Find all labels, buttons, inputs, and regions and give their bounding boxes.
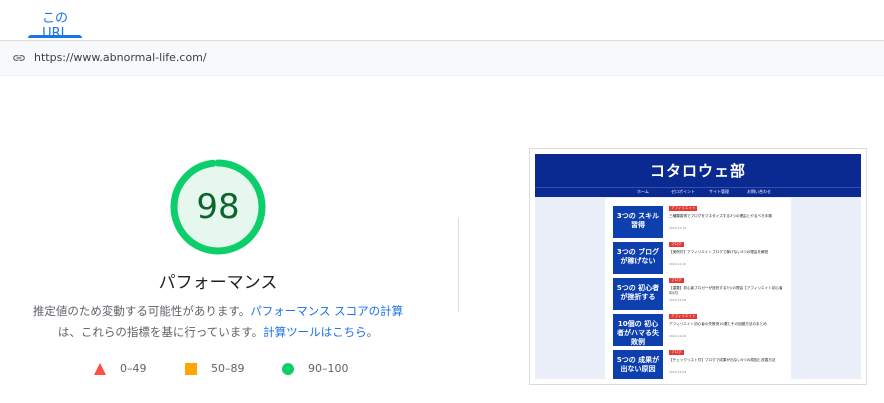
post-thumbnail: 5つの 初心者が挫折する — [613, 278, 663, 310]
divider — [458, 218, 459, 312]
nav-item: ゼロポイント — [671, 189, 695, 194]
tab-active-indicator — [28, 35, 82, 38]
category-title: パフォーマンス — [158, 273, 278, 293]
page-screenshot[interactable]: コタロウェ部 ホーム ゼロポイント サイト管理 お問い合わせ 3つの スキル習得… — [529, 148, 867, 385]
site-header: コタロウェ部 — [535, 154, 861, 187]
description-suffix: 。 — [366, 325, 379, 339]
post-category: ブログ — [669, 242, 684, 247]
legend-average: 50–89 — [185, 362, 265, 376]
post-item: 5つの 成果が出ない原因 ブログ 【チェックリスト付】ブログで成果が出ない5つの… — [613, 350, 785, 379]
post-date: 2020.12.08 — [669, 298, 687, 302]
legend-label: 50–89 — [211, 362, 245, 375]
tab-this-url[interactable]: この URL — [28, 0, 82, 41]
square-icon — [185, 363, 197, 375]
legend-label: 90–100 — [308, 362, 349, 375]
post-thumbnail: 3つの ブログが稼げない — [613, 242, 663, 274]
link-icon — [13, 55, 25, 61]
post-category: アフィリエイト — [669, 206, 698, 211]
nav-item: サイト管理 — [709, 189, 729, 194]
site-nav: ホーム ゼロポイント サイト管理 お問い合わせ — [535, 187, 861, 197]
tab-bar: この URL — [0, 0, 884, 41]
circle-icon — [282, 363, 294, 375]
thumbnail-text: 3つの スキル習得 — [616, 212, 660, 229]
legend-fail: 0–49 — [94, 362, 164, 376]
post-item: 5つの 初心者が挫折する ブログ 【重要】初心者ブロガーが挫折する5つの理由【ア… — [613, 278, 785, 310]
thumbnail-text: 3つの ブログが稼げない — [616, 248, 660, 265]
post-item: 3つの ブログが稼げない ブログ 【実例付】アフィリエイトブログで稼げない3つの… — [613, 242, 785, 274]
post-thumbnail: 3つの スキル習得 — [613, 206, 663, 238]
description-text-2: は、これらの指標を基に行っています。 — [57, 325, 264, 339]
calculator-link[interactable]: 計算ツールはこちら — [263, 325, 367, 339]
post-title: アフィリエイト初心者の失敗例10選とその回避方法のまとめ — [669, 322, 767, 326]
thumbnail-text: 10個の 初心者がハマる失敗例 — [617, 320, 659, 346]
post-title: 三種類習得でブログをマネタイズする3つの理由とやるべき手順 — [669, 214, 772, 218]
tested-url: https://www.abnormal-life.com/ — [34, 51, 207, 64]
post-date: 2020.12.14 — [669, 226, 687, 230]
post-category: ブログ — [669, 350, 684, 355]
url-bar: https://www.abnormal-life.com/ — [0, 40, 884, 76]
post-date: 2020.12.06 — [669, 334, 687, 338]
post-title: 【重要】初心者ブロガーが挫折する5つの理由【アフィリエイト初心者向け】 — [669, 286, 783, 295]
triangle-icon — [94, 363, 106, 375]
score-description: 推定値のため変動する可能性があります。パフォーマンス スコアの計算 は、これらの… — [0, 301, 436, 343]
legend-pass: 90–100 — [282, 362, 362, 376]
post-item: 3つの スキル習得 アフィリエイト 三種類習得でブログをマネタイズする3つの理由… — [613, 206, 785, 238]
site-content: 3つの スキル習得 アフィリエイト 三種類習得でブログをマネタイズする3つの理由… — [605, 198, 791, 379]
post-title: 【実例付】アフィリエイトブログで稼げない3つの理由を解説 — [669, 250, 769, 254]
score-calculation-link[interactable]: パフォーマンス スコアの計算 — [250, 304, 403, 318]
thumbnail-text: 5つの 成果が出ない原因 — [616, 356, 660, 373]
post-item: 10個の 初心者がハマる失敗例 アフィリエイト アフィリエイト初心者の失敗例10… — [613, 314, 785, 346]
score-value: 98 — [196, 187, 240, 227]
post-category: アフィリエイト — [669, 314, 698, 319]
post-date: 2020.12.03 — [669, 370, 687, 374]
screenshot-viewport: コタロウェ部 ホーム ゼロポイント サイト管理 お問い合わせ 3つの スキル習得… — [535, 154, 861, 379]
nav-item: ホーム — [637, 189, 649, 194]
post-category: ブログ — [669, 278, 684, 283]
description-text: 推定値のため変動する可能性があります。 — [32, 304, 251, 318]
post-date: 2020.12.10 — [669, 262, 687, 266]
site-logo: コタロウェ部 — [649, 162, 746, 180]
legend-label: 0–49 — [120, 362, 147, 375]
post-thumbnail: 5つの 成果が出ない原因 — [613, 350, 663, 379]
nav-item: お問い合わせ — [747, 189, 771, 194]
thumbnail-text: 5つの 初心者が挫折する — [616, 284, 660, 301]
post-title: 【チェックリスト付】ブログで成果が出ない5つの原因と改善方法 — [669, 358, 776, 362]
post-thumbnail: 10個の 初心者がハマる失敗例 — [613, 314, 663, 346]
